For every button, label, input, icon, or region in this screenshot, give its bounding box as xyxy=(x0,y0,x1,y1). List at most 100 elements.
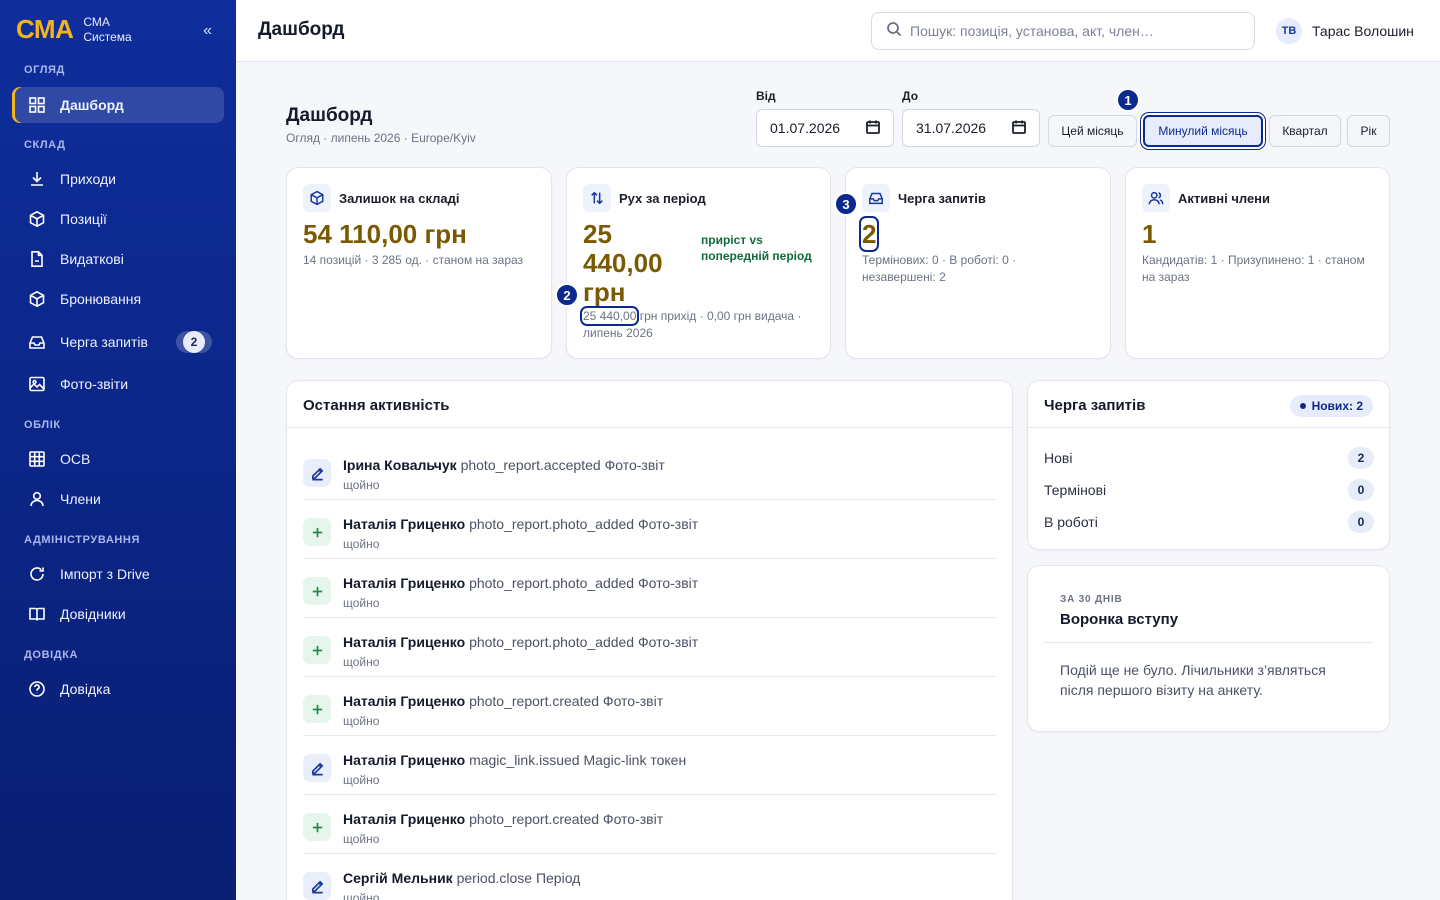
activity-user: Наталія Гриценко xyxy=(343,575,466,591)
queue-row-in-progress[interactable]: В роботі 0 xyxy=(1044,506,1374,538)
sidebar-item-receipts[interactable]: Приходи xyxy=(12,161,224,197)
activity-action: photo_report.photo_added Фото-звіт xyxy=(469,516,699,532)
sidebar-item-reservations[interactable]: Бронювання xyxy=(12,281,224,317)
date-to-label: До xyxy=(902,89,919,103)
stat-title: Рух за період xyxy=(619,191,706,206)
funnel-empty-text: Подій ще не було. Лічильники з’являться … xyxy=(1060,662,1326,698)
sidebar-item-label: Довідники xyxy=(60,606,126,622)
annotation-marker-1: 1 xyxy=(1116,88,1140,112)
nav-section-admin: АДМІНІСТРУВАННЯ xyxy=(24,534,140,546)
avatar: ТВ xyxy=(1276,18,1302,44)
activity-action: photo_report.created Фото-звіт xyxy=(469,811,664,827)
period-year-button[interactable]: Рік xyxy=(1347,115,1390,147)
nav-section-help: ДОВІДКА xyxy=(24,649,79,661)
activity-text: Сергій Мельник period.close Період xyxy=(343,870,580,886)
box-icon xyxy=(28,210,46,228)
activity-row[interactable]: Наталія Гриценко photo_report.photo_adde… xyxy=(303,500,996,559)
activity-row[interactable]: Наталія Гриценко photo_report.photo_adde… xyxy=(303,618,996,677)
sidebar-item-members[interactable]: Члени xyxy=(12,481,224,517)
activity-row[interactable]: Наталія Гриценко photo_report.photo_adde… xyxy=(303,559,996,618)
edit-icon xyxy=(303,872,331,900)
activity-row[interactable]: Наталія Гриценко photo_report.created Фо… xyxy=(303,795,996,854)
period-this-month-button[interactable]: Цей місяць xyxy=(1048,115,1137,147)
activity-row[interactable]: Наталія Гриценко magic_link.issued Magic… xyxy=(303,736,996,795)
activity-action: magic_link.issued Magic-link токен xyxy=(469,752,687,768)
download-icon xyxy=(28,170,46,188)
page-subtitle: Огляд · липень 2026 · Europe/Kyiv xyxy=(286,131,476,145)
collapse-sidebar-button[interactable]: « xyxy=(203,22,212,40)
sidebar-item-dashboard[interactable]: Дашборд xyxy=(12,87,224,123)
period-quarter-button[interactable]: Квартал xyxy=(1269,115,1341,147)
sidebar-item-label: Фото-звіти xyxy=(60,376,129,392)
activity-row[interactable]: Наталія Гриценко photo_report.created Фо… xyxy=(303,677,996,736)
sidebar-item-request-queue[interactable]: Черга запитів 2 xyxy=(12,324,224,360)
brand[interactable]: СМА СМА Система xyxy=(16,14,132,45)
search-input[interactable] xyxy=(910,23,1240,39)
movement-note: 25 440,00 грн прихід · 0,00 грн видача ·… xyxy=(579,306,802,340)
edit-icon xyxy=(303,459,331,487)
activity-user: Ірина Ковальчук xyxy=(343,457,457,473)
plus-icon xyxy=(303,636,331,664)
queue-note: Термінових: 0 · В роботі: 0 · незавершен… xyxy=(862,253,1017,284)
movement-note-highlight: 25 440,00 xyxy=(579,306,640,326)
plus-icon xyxy=(303,518,331,546)
period-last-month-button[interactable]: Минулий місяць xyxy=(1143,115,1263,147)
movement-card: Рух за період 25 440,00 грн приріст vs п… xyxy=(555,167,831,359)
edit-icon xyxy=(303,754,331,782)
page-title: Дашборд xyxy=(286,105,373,126)
image-icon xyxy=(28,375,46,393)
user-icon xyxy=(28,490,46,508)
funnel-panel: ЗА 30 ДНІВ Воронка вступу Подій ще не бу… xyxy=(1027,565,1390,732)
sidebar-item-label: Імпорт з Drive xyxy=(60,566,150,582)
sidebar-item-osv[interactable]: ОСВ xyxy=(12,441,224,477)
calendar-icon xyxy=(1011,119,1027,138)
date-from-input[interactable]: 01.07.2026 xyxy=(756,109,894,147)
box-icon xyxy=(303,184,331,212)
sidebar-item-directories[interactable]: Довідники xyxy=(12,596,224,632)
nav-section-overview: ОГЛЯД xyxy=(24,64,65,76)
queue-value: 2 xyxy=(858,216,880,252)
activity-user: Наталія Гриценко xyxy=(343,693,466,709)
activity-text: Наталія Гриценко photo_report.created Фо… xyxy=(343,693,663,709)
sidebar-item-photo-reports[interactable]: Фото-звіти xyxy=(12,366,224,402)
sidebar-item-help[interactable]: Довідка xyxy=(12,671,224,707)
topbar: Дашборд ТВ Тарас Волошин xyxy=(236,0,1440,62)
brand-logo: СМА xyxy=(16,14,74,44)
inbox-icon xyxy=(28,333,46,351)
queue-row-urgent[interactable]: Термінові 0 xyxy=(1044,474,1374,506)
sidebar-item-label: Довідка xyxy=(60,681,111,697)
search-box[interactable] xyxy=(871,12,1255,50)
divider xyxy=(1028,427,1389,428)
sidebar: СМА СМА Система « ОГЛЯД Дашборд СКЛАД Пр… xyxy=(0,0,236,900)
members-note: Кандидатів: 1 · Призупинено: 1 · станом … xyxy=(1142,253,1365,284)
queue-row-new[interactable]: Нові 2 xyxy=(1044,442,1374,474)
sidebar-item-positions[interactable]: Позиції xyxy=(12,201,224,237)
dashboard-icon xyxy=(28,96,46,114)
movement-value: 25 440,00 грн xyxy=(583,219,663,307)
sidebar-item-label: Черга запитів xyxy=(60,334,148,350)
box-icon xyxy=(28,290,46,308)
annotation-marker-2: 2 xyxy=(555,283,579,307)
plus-icon xyxy=(303,695,331,723)
plus-icon xyxy=(303,577,331,605)
sidebar-item-drive-import[interactable]: Імпорт з Drive xyxy=(12,556,224,592)
date-to-input[interactable]: 31.07.2026 xyxy=(902,109,1040,147)
sidebar-item-label: Члени xyxy=(60,491,101,507)
sidebar-item-label: Бронювання xyxy=(60,291,142,307)
funnel-title: Воронка вступу xyxy=(1060,611,1179,628)
user-menu[interactable]: ТВ Тарас Волошин xyxy=(1276,18,1414,44)
activity-time: щойно xyxy=(343,891,380,900)
sidebar-item-expense-docs[interactable]: Видаткові xyxy=(12,241,224,277)
activity-action: photo_report.photo_added Фото-звіт xyxy=(469,634,699,650)
activity-row[interactable]: Сергій Мельник period.close Період щойно xyxy=(303,854,996,900)
table-icon xyxy=(28,450,46,468)
sidebar-item-label: ОСВ xyxy=(60,451,91,467)
brand-line2: Система xyxy=(83,29,132,44)
activity-row[interactable]: Ірина Ковальчук photo_report.accepted Фо… xyxy=(303,441,996,500)
sidebar-item-label: Видаткові xyxy=(60,251,124,267)
stock-note: 14 позицій · 3 285 од. · станом на зараз xyxy=(303,253,524,267)
activity-action: photo_report.accepted Фото-звіт xyxy=(460,457,665,473)
help-icon xyxy=(28,680,46,698)
annotation-marker-3: 3 xyxy=(834,192,858,216)
arrows-up-down-icon xyxy=(583,184,611,212)
